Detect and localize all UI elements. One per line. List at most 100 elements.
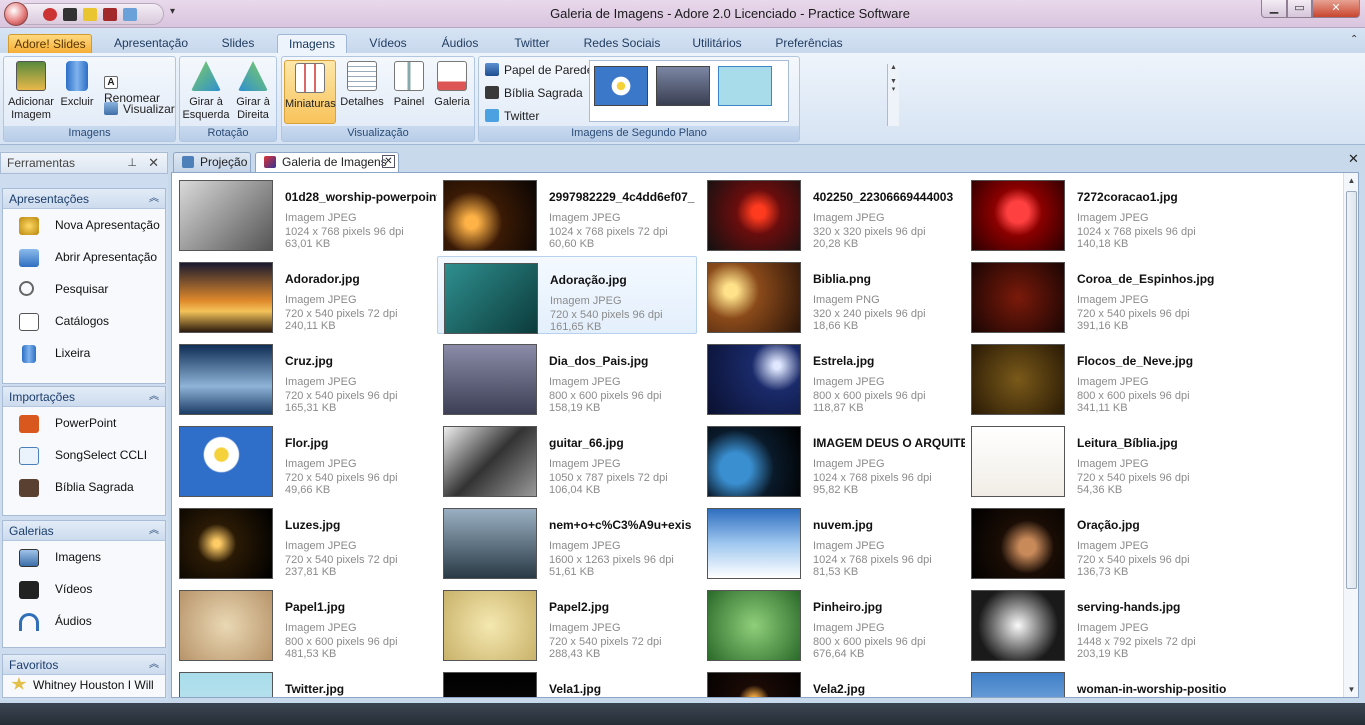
image-thumbnail[interactable] (971, 590, 1065, 661)
gallery-item[interactable]: Papel1.jpg Imagem JPEG 800 x 600 pixels 96… (173, 584, 433, 662)
tab-preferencias[interactable]: Preferências (770, 34, 848, 53)
galeria-audios-item[interactable]: Áudios (3, 605, 165, 637)
gallery-item[interactable]: Oração.jpg Imagem JPEG 720 x 540 pixels 96… (965, 502, 1225, 580)
gallery-item[interactable]: Adorador.jpg Imagem JPEG 720 x 540 pixels … (173, 256, 433, 334)
abrir-apresentacao-item[interactable]: Abrir Apresentação (3, 241, 165, 273)
image-thumbnail[interactable] (971, 426, 1065, 497)
close-button[interactable]: ✕ (1312, 0, 1360, 18)
tab-close-icon[interactable]: ✕ (382, 155, 395, 168)
gallery-item[interactable]: Estrela.jpg Imagem JPEG 800 x 600 pixels 9… (701, 338, 961, 416)
image-thumbnail[interactable] (443, 344, 537, 415)
group-header-favoritos[interactable]: Favoritos ︽ (3, 655, 165, 675)
gallery-item[interactable]: 01d28_worship-powerpoint Imagem JPEG 1024 … (173, 174, 437, 252)
tab-galeria-imagens[interactable]: Galeria de Imagens ✕ (255, 152, 399, 172)
scroll-up-icon[interactable]: ▲ (1344, 173, 1359, 188)
pesquisar-item[interactable]: Pesquisar (3, 273, 165, 305)
lixeira-item[interactable]: Lixeira (3, 337, 165, 369)
minimize-button[interactable]: ▁ (1261, 0, 1287, 18)
thumbnails-view-button[interactable]: Miniaturas (284, 60, 336, 124)
image-thumbnail[interactable] (971, 262, 1065, 333)
background-thumb-plain[interactable] (718, 66, 772, 106)
gallery-item[interactable]: Luzes.jpg Imagem JPEG 720 x 540 pixels 72 … (173, 502, 433, 580)
image-thumbnail[interactable] (971, 344, 1065, 415)
image-thumbnail[interactable] (179, 344, 273, 415)
collapse-icon[interactable]: ︽ (149, 521, 159, 541)
tab-imagens[interactable]: Imagens (277, 34, 347, 53)
group-header-apresentacoes[interactable]: Apresentações ︽ (3, 189, 165, 209)
catalogos-item[interactable]: Catálogos (3, 305, 165, 337)
image-thumbnail[interactable] (443, 180, 537, 251)
gallery-item[interactable]: guitar_66.jpg Imagem JPEG 1050 x 787 pixel… (437, 420, 697, 498)
scrollbar-thumb[interactable] (1346, 191, 1357, 589)
collapse-icon[interactable]: ︽ (149, 387, 159, 407)
gallery-item[interactable]: Vela2.jpg (701, 666, 961, 697)
image-thumbnail[interactable] (179, 508, 273, 579)
gallery-item[interactable]: Twitter.jpg (173, 666, 433, 697)
maximize-button[interactable]: ▭ (1287, 0, 1312, 18)
gallery-item[interactable]: Pinheiro.jpg Imagem JPEG 800 x 600 pixels … (701, 584, 961, 662)
gallery-item[interactable]: Flocos_de_Neve.jpg Imagem JPEG 800 x 600 p… (965, 338, 1225, 416)
image-thumbnail[interactable] (707, 180, 801, 251)
gallery-item[interactable]: Flor.jpg Imagem JPEG 720 x 540 pixels 96 d… (173, 420, 433, 498)
biblia-item[interactable]: Bíblia Sagrada (3, 471, 165, 503)
gallery-item[interactable]: Cruz.jpg Imagem JPEG 720 x 540 pixels 96 d… (173, 338, 433, 416)
rotate-left-button[interactable]: Girar à Esquerda (182, 59, 230, 122)
image-thumbnail[interactable] (179, 672, 273, 697)
rotate-right-button[interactable]: Girar à Direita (230, 59, 276, 122)
image-thumbnail[interactable] (971, 180, 1065, 251)
gallery-item[interactable]: Biblia.png Imagem PNG 320 x 240 pixels 96 … (701, 256, 961, 334)
background-thumb-flower[interactable] (594, 66, 648, 106)
image-thumbnail[interactable] (707, 426, 801, 497)
image-thumbnail[interactable] (179, 590, 273, 661)
background-thumb-family[interactable] (656, 66, 710, 106)
gallery-item[interactable]: nuvem.jpg Imagem JPEG 1024 x 768 pixels 96… (701, 502, 961, 580)
image-thumbnail[interactable] (707, 262, 801, 333)
view-button[interactable]: Visualizar (104, 100, 175, 118)
powerpoint-item[interactable]: PowerPoint (3, 407, 165, 439)
gallery-item[interactable]: Coroa_de_Espinhos.jpg Imagem JPEG 720 x 54… (965, 256, 1225, 334)
nova-apresentacao-item[interactable]: Nova Apresentação (3, 209, 165, 241)
songselect-item[interactable]: SongSelect CCLI (3, 439, 165, 471)
ribbon-collapse-icon[interactable]: ⌃ (1350, 34, 1358, 45)
gallery-item[interactable]: Adoração.jpg Imagem JPEG 720 x 540 pixels … (437, 256, 697, 334)
image-thumbnail[interactable] (443, 590, 537, 661)
collapse-icon[interactable]: ︽ (149, 189, 159, 209)
tab-redes-sociais[interactable]: Redes Sociais (580, 34, 664, 53)
tab-adore-slides[interactable]: Adore! Slides (8, 34, 92, 53)
gallery-item[interactable]: Dia_dos_Pais.jpg Imagem JPEG 800 x 600 pix… (437, 338, 697, 416)
delete-button[interactable]: Excluir (59, 59, 95, 109)
gallery-item[interactable]: 2997982229_4c4dd6ef07_ Imagem JPEG 1024 x … (437, 174, 697, 252)
image-thumbnail[interactable] (443, 672, 537, 697)
twitter-button[interactable]: Twitter (485, 107, 539, 125)
gallery-item[interactable]: 7272coracao1.jpg Imagem JPEG 1024 x 768 pi… (965, 174, 1225, 252)
gallery-item[interactable]: Papel2.jpg Imagem JPEG 720 x 540 pixels 72… (437, 584, 697, 662)
group-header-importacoes[interactable]: Importações ︽ (3, 387, 165, 407)
tab-videos[interactable]: Vídeos (360, 34, 416, 53)
close-document-icon[interactable]: ✕ (1348, 151, 1359, 167)
collapse-icon[interactable]: ︽ (149, 655, 159, 675)
panel-close-icon[interactable]: ✕ (148, 153, 159, 173)
pin-icon[interactable]: ⊥ (127, 153, 137, 173)
gallery-item[interactable]: nem+o+c%C3%A9u+exis Imagem JPEG 1600 x 126… (437, 502, 697, 580)
image-thumbnail[interactable] (179, 426, 273, 497)
favorito-item[interactable]: Whitney Houston I Will (3, 675, 165, 695)
image-thumbnail[interactable] (971, 508, 1065, 579)
gallery-item[interactable]: IMAGEM DEUS O ARQUITE Imagem JPEG 1024 x 7… (701, 420, 965, 498)
gallery-view-button[interactable]: Galeria (432, 59, 472, 109)
image-thumbnail[interactable] (971, 672, 1065, 697)
image-thumbnail[interactable] (443, 508, 537, 579)
image-thumbnail[interactable] (179, 262, 273, 333)
group-header-galerias[interactable]: Galerias ︽ (3, 521, 165, 541)
gallery-scrollbar[interactable]: ▲ ▼ (1343, 173, 1358, 697)
wallpaper-button[interactable]: Papel de Parede (485, 61, 593, 79)
scroll-down-icon[interactable]: ▼ (1344, 682, 1359, 697)
galeria-videos-item[interactable]: Vídeos (3, 573, 165, 605)
bible-button[interactable]: Bíblia Sagrada (485, 84, 583, 102)
rename-button[interactable]: ARenomear (104, 70, 175, 105)
add-image-button[interactable]: Adicionar Imagem (6, 59, 56, 122)
gallery-item[interactable]: 402250_22306669444003 Imagem JPEG 320 x 32… (701, 174, 961, 252)
background-thumbnails-scroll[interactable]: ▲ ▼ ▾ (887, 64, 899, 126)
image-thumbnail[interactable] (707, 672, 801, 697)
gallery-item[interactable]: serving-hands.jpg Imagem JPEG 1448 x 792 p… (965, 584, 1225, 662)
tab-slides[interactable]: Slides (210, 34, 266, 53)
